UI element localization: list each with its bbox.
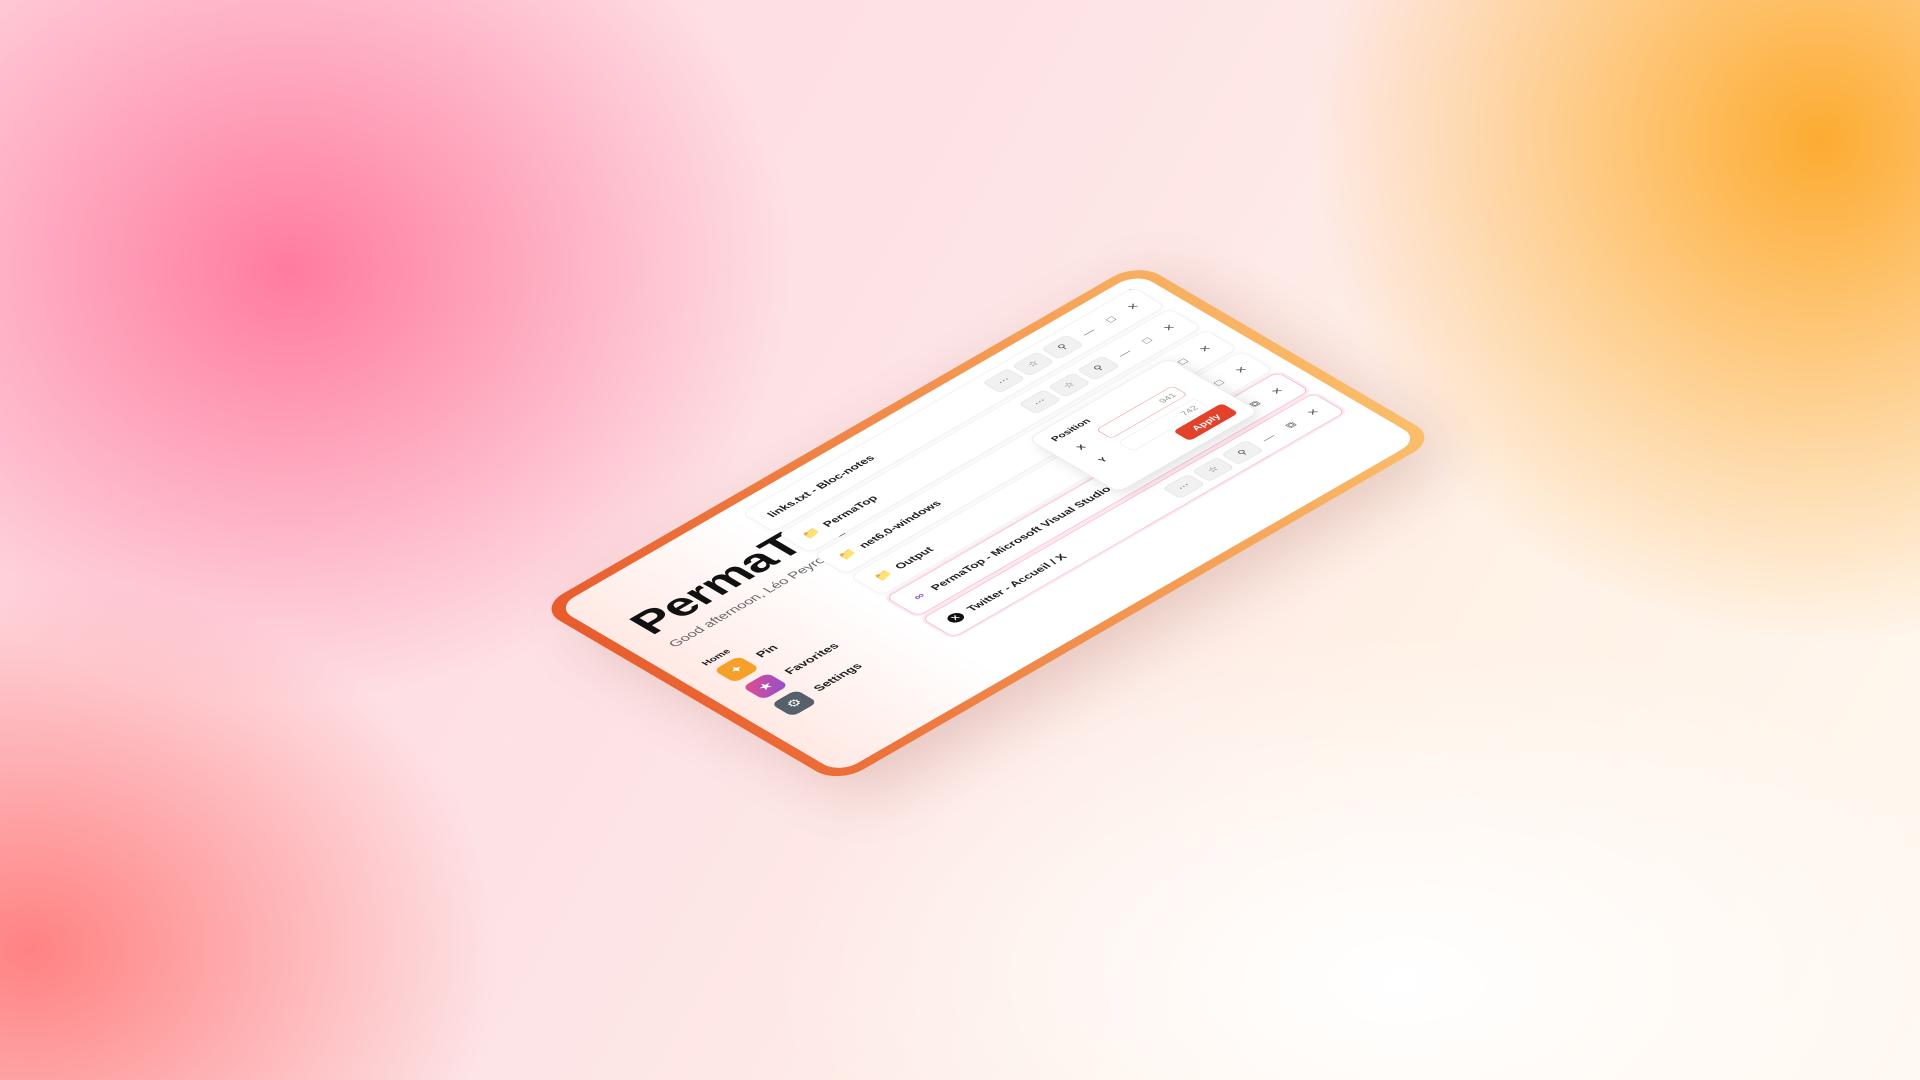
minimize-button[interactable]: — (1071, 322, 1106, 342)
sidebar-nav: ✦ Pin ★ Favorites ⚙ Settings (713, 594, 925, 717)
favorite-button[interactable]: ☆ (1011, 351, 1055, 377)
close-button[interactable]: ✕ (1223, 360, 1258, 380)
visual-studio-icon: ∞ (910, 591, 929, 602)
permatop-window-card: — ✕ PermaTop Good afternoon, Léo Peyronn… (538, 262, 1439, 784)
star-icon: ★ (742, 672, 789, 700)
y-label: Y (1095, 455, 1110, 464)
sidebar-item-label: Pin (753, 643, 782, 660)
pin-button[interactable]: ⚲ (1076, 355, 1121, 381)
favorite-button[interactable]: ☆ (1047, 372, 1091, 398)
close-button[interactable]: ✕ (1187, 338, 1222, 358)
x-logo-icon: X (944, 611, 968, 625)
close-button[interactable]: ✕ (1259, 381, 1294, 401)
app-screenshot-stage: — ✕ PermaTop Good afternoon, Léo Peyronn… (518, 262, 1439, 800)
pin-button[interactable]: ⚲ (1040, 334, 1085, 360)
close-button[interactable]: ✕ (1115, 296, 1150, 316)
minimize-button[interactable]: — (1107, 343, 1142, 363)
close-button[interactable]: ✕ (1151, 317, 1186, 337)
folder-icon: 📁 (799, 526, 825, 541)
folder-icon: 📁 (835, 547, 861, 562)
pin-button[interactable]: ⚲ (1220, 440, 1265, 466)
maximize-button[interactable]: □ (1129, 330, 1164, 350)
folder-icon: 📁 (871, 568, 897, 583)
close-button[interactable]: ✕ (1295, 402, 1330, 422)
window-row-label: Output (891, 545, 937, 571)
gear-icon: ⚙ (770, 689, 818, 717)
minimize-button[interactable]: — (1251, 428, 1286, 448)
maximize-button[interactable]: □ (1093, 309, 1128, 329)
favorite-button[interactable]: ☆ (1191, 456, 1235, 482)
x-label: X (1074, 443, 1089, 452)
restore-button[interactable]: ⧉ (1273, 415, 1308, 435)
